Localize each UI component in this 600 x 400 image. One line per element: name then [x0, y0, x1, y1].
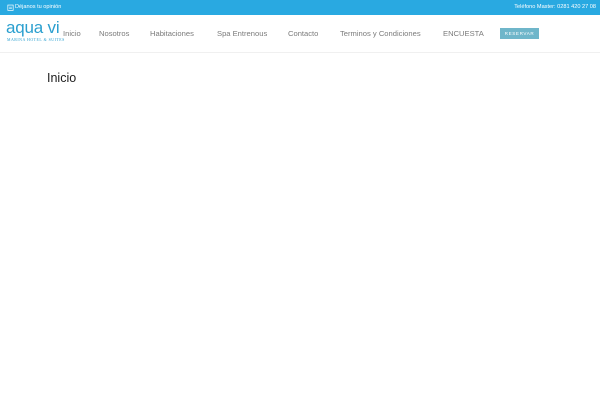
logo-tagline: MARINA HOTEL & SUITES — [7, 38, 65, 42]
site-header: aqua vi MARINA HOTEL & SUITES Inicio Nos… — [0, 15, 600, 53]
nav-item-encuesta[interactable]: ENCUESTA — [443, 15, 484, 52]
feedback-link[interactable]: Déjanos tu opinión — [7, 0, 61, 15]
nav-item-inicio[interactable]: Inicio — [63, 15, 81, 52]
top-bar: Déjanos tu opinión Teléfono Master: 0281… — [0, 0, 600, 15]
page-title: Inicio — [47, 71, 77, 85]
clipboard-icon — [7, 4, 14, 11]
phone-text[interactable]: Teléfono Master: 0281 420 27 08 — [514, 0, 596, 15]
nav-item-spa-entrenous[interactable]: Spa Entrenous — [217, 15, 267, 52]
nav-item-habitaciones[interactable]: Habitaciones — [150, 15, 194, 52]
nav-item-contacto[interactable]: Contacto — [288, 15, 318, 52]
nav-item-nosotros[interactable]: Nosotros — [99, 15, 129, 52]
nav-item-terminos[interactable]: Terminos y Condiciones — [340, 15, 421, 52]
reserve-button[interactable]: RESERVAR — [500, 28, 539, 39]
feedback-label: Déjanos tu opinión — [15, 4, 62, 10]
logo-wordmark: aqua vi — [6, 18, 60, 37]
